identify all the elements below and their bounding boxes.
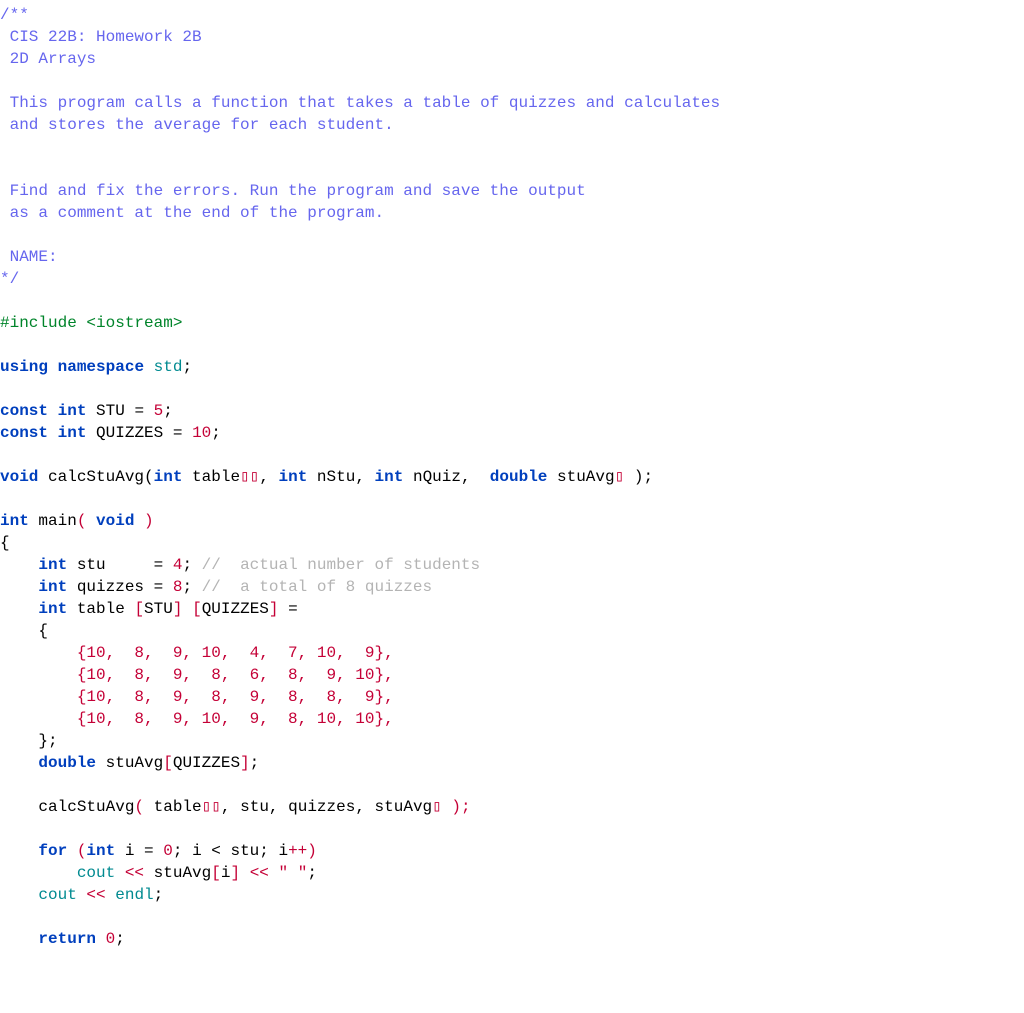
doc-comment-line: as a comment at the end of the program. xyxy=(0,204,384,222)
kw-void: void xyxy=(96,512,134,530)
ident-endl: endl xyxy=(115,886,153,904)
kw-const: const xyxy=(0,424,48,442)
placeholder-box-icon: ▯ xyxy=(615,468,625,486)
kw-int: int xyxy=(58,402,87,420)
inline-comment: // a total of 8 quizzes xyxy=(202,578,432,596)
number: 5 xyxy=(154,402,164,420)
doc-comment-line: 2D Arrays xyxy=(0,50,96,68)
fn-main: main xyxy=(29,512,77,530)
kw-using: using xyxy=(0,358,48,376)
kw-int: int xyxy=(38,578,67,596)
kw-int: int xyxy=(279,468,308,486)
kw-namespace: namespace xyxy=(58,358,144,376)
number: 4 xyxy=(173,556,183,574)
number: 0 xyxy=(106,930,116,948)
placeholder-box-icon: ▯▯ xyxy=(202,798,221,816)
number: 0 xyxy=(163,842,173,860)
string-literal: " " xyxy=(279,864,308,882)
kw-double: double xyxy=(38,754,96,772)
placeholder-box-icon: ▯▯ xyxy=(240,468,259,486)
kw-const: const xyxy=(0,402,48,420)
kw-int: int xyxy=(38,556,67,574)
doc-comment-line: NAME: xyxy=(0,248,58,266)
array-row: {10, 8, 9, 8, 9, 8, 8, 9}, xyxy=(0,688,394,706)
kw-int: int xyxy=(375,468,404,486)
kw-int: int xyxy=(58,424,87,442)
array-row: {10, 8, 9, 8, 6, 8, 9, 10}, xyxy=(0,666,394,684)
array-row: {10, 8, 9, 10, 9, 8, 10, 10}, xyxy=(0,710,394,728)
kw-for: for xyxy=(38,842,67,860)
doc-comment-line: CIS 22B: Homework 2B xyxy=(0,28,202,46)
number: 8 xyxy=(173,578,183,596)
kw-return: return xyxy=(38,930,96,948)
kw-int: int xyxy=(154,468,183,486)
doc-comment-line: This program calls a function that takes… xyxy=(0,94,720,112)
kw-double: double xyxy=(490,468,548,486)
code-block: /** CIS 22B: Homework 2B 2D Arrays This … xyxy=(0,0,1024,950)
kw-int: int xyxy=(38,600,67,618)
kw-int: int xyxy=(0,512,29,530)
inline-comment: // actual number of students xyxy=(202,556,480,574)
const-name: STU xyxy=(96,402,125,420)
ident-std: std xyxy=(154,358,183,376)
fn-prototype: calcStuAvg( xyxy=(38,468,153,486)
ident-cout: cout xyxy=(77,864,125,882)
array-row: {10, 8, 9, 10, 4, 7, 10, 9}, xyxy=(0,644,394,662)
ident-cout: cout xyxy=(38,886,86,904)
const-name: QUIZZES xyxy=(96,424,163,442)
kw-int: int xyxy=(86,842,115,860)
doc-comment-line: Find and fix the errors. Run the program… xyxy=(0,182,586,200)
placeholder-box-icon: ▯ xyxy=(432,798,442,816)
kw-void: void xyxy=(0,468,38,486)
fn-call: calcStuAvg xyxy=(38,798,134,816)
preprocessor-include: #include <iostream> xyxy=(0,314,182,332)
doc-comment-line: and stores the average for each student. xyxy=(0,116,394,134)
doc-comment-close: */ xyxy=(0,270,19,288)
doc-comment-open: /** xyxy=(0,6,29,24)
brace: { xyxy=(0,534,10,552)
number: 10 xyxy=(192,424,211,442)
